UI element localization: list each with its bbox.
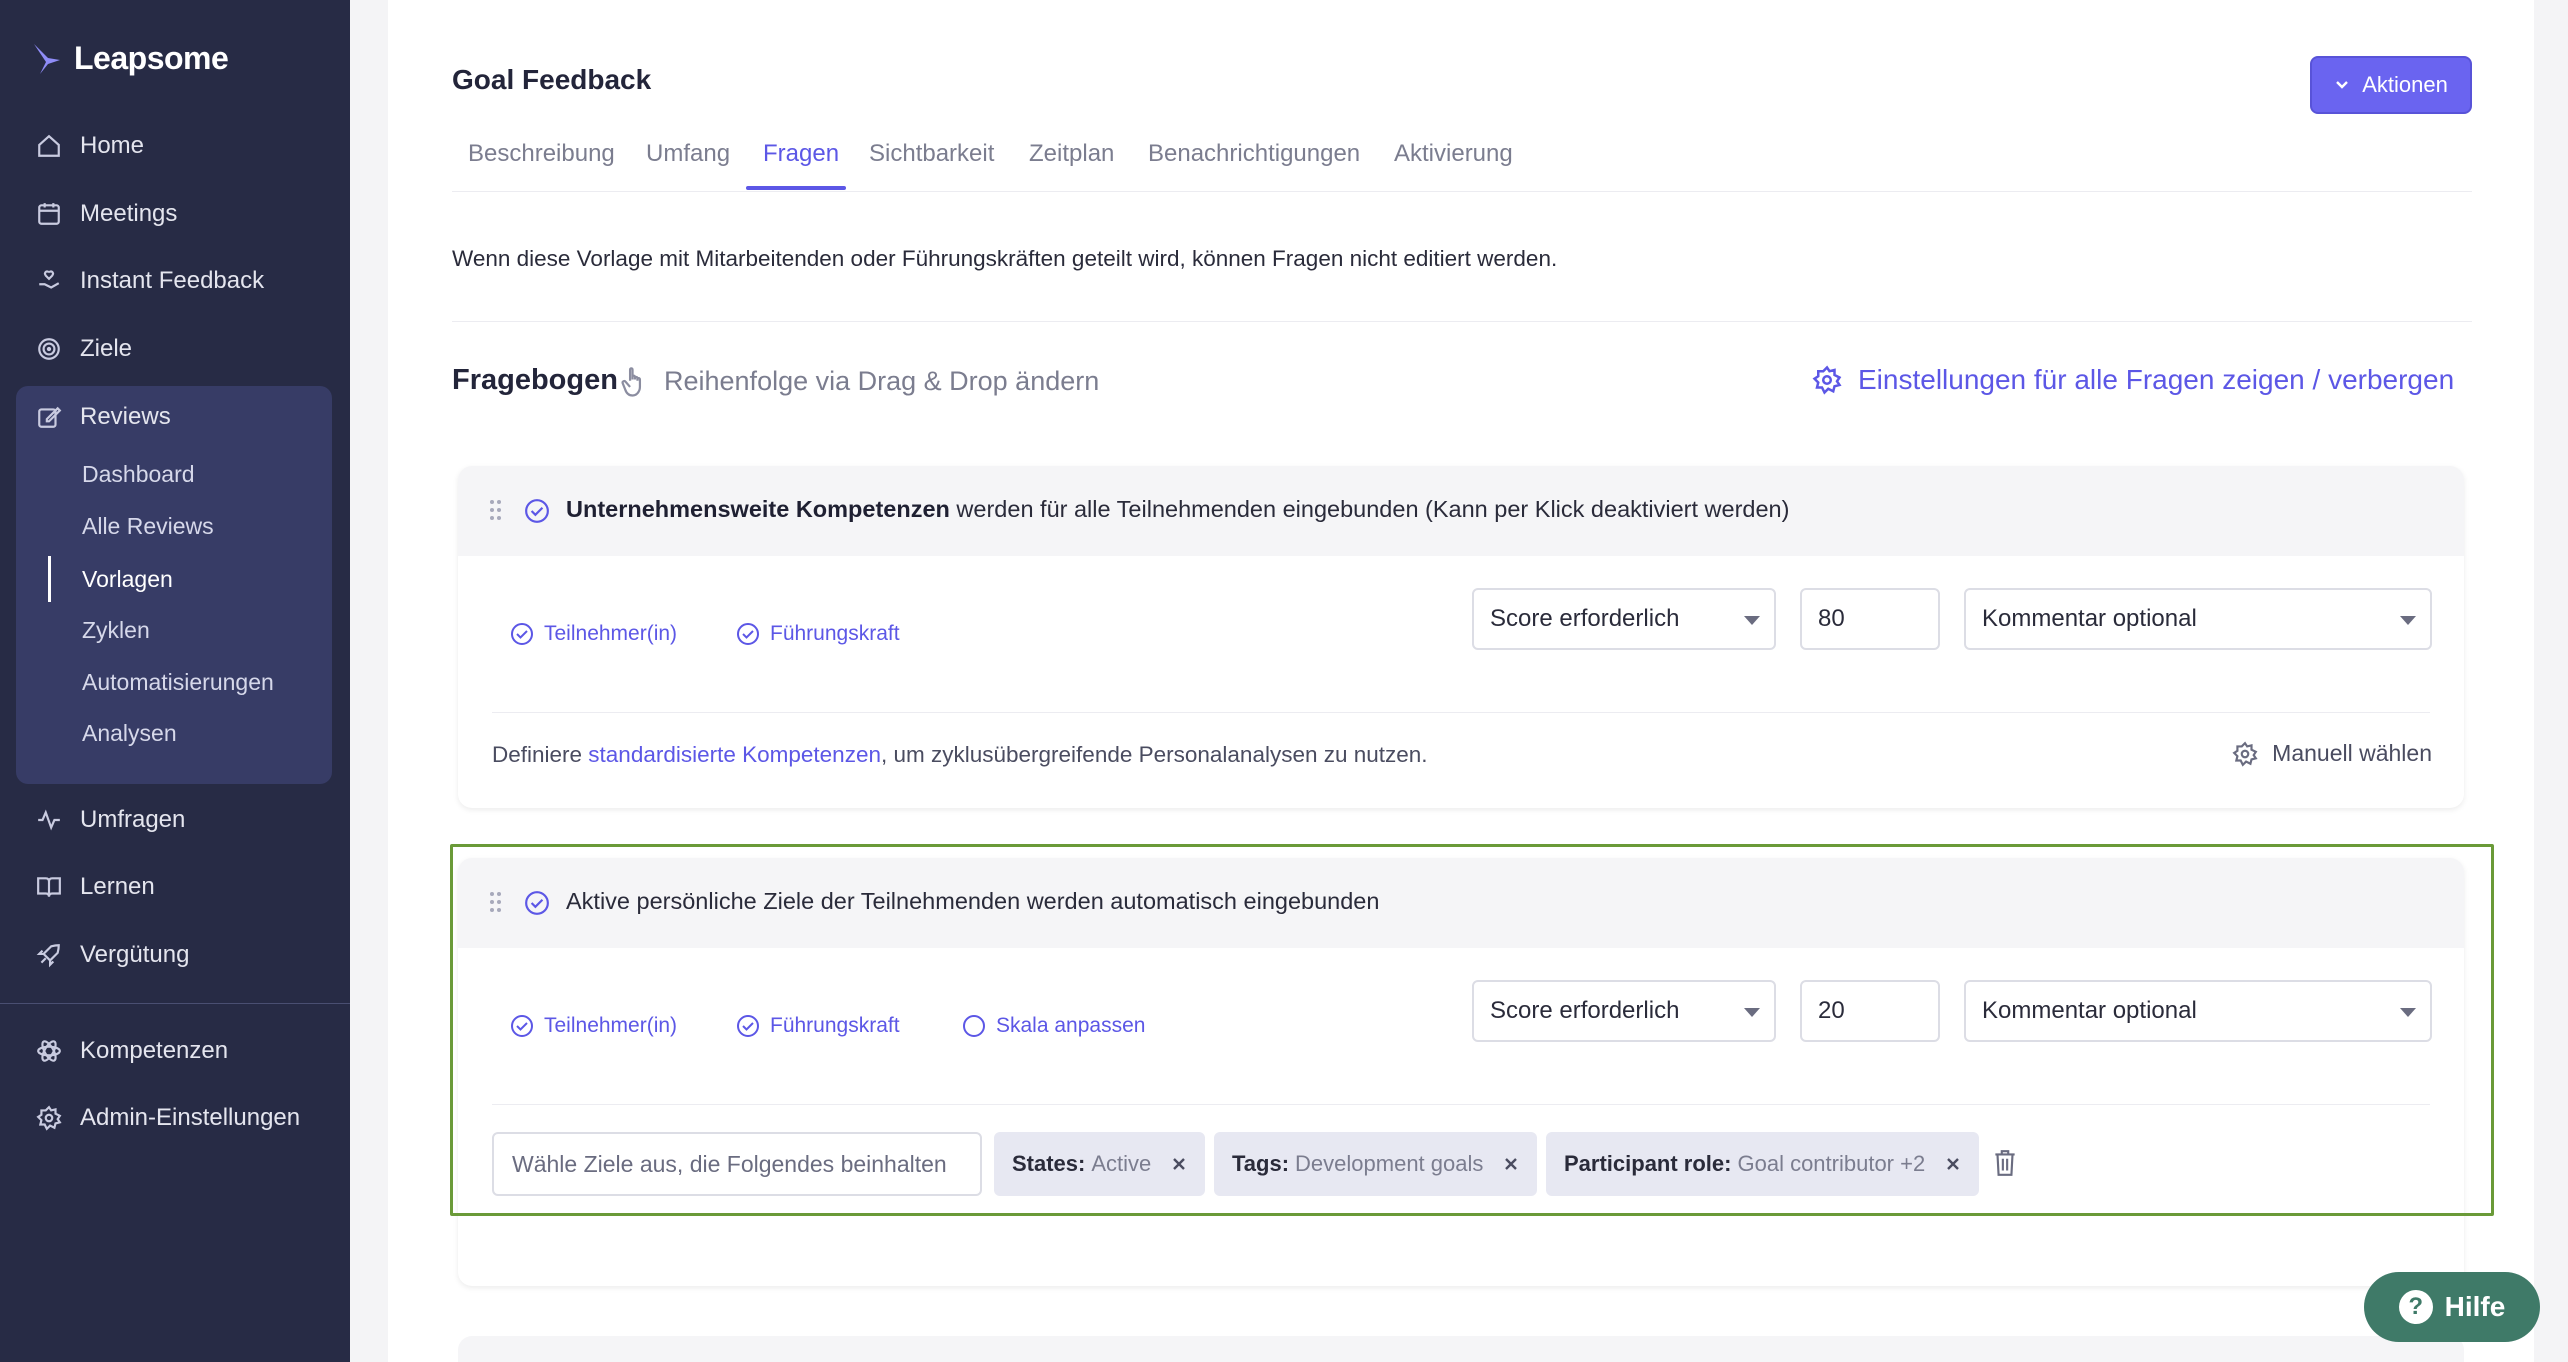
manual-select-button[interactable]: Manuell wählen (2232, 740, 2432, 767)
book-icon (37, 877, 61, 897)
chip-participant-label: Teilnehmer(in) (544, 622, 678, 645)
sidebar-item-label: Ziele (80, 335, 133, 362)
chevron-down-icon (2336, 81, 2349, 89)
help-button[interactable]: ? Hilfe (2364, 1272, 2540, 1342)
sidebar-item-label: Instant Feedback (80, 267, 265, 294)
aktionen-button[interactable]: Aktionen (2310, 56, 2472, 114)
sidebar-item-meetings[interactable]: Meetings (36, 194, 177, 234)
sidebar-item-label: Home (80, 132, 145, 159)
check-circle-icon[interactable] (524, 498, 550, 524)
check-circle-icon (511, 623, 533, 645)
tab-umfang[interactable]: Umfang (646, 140, 730, 192)
weight-input[interactable]: 80 (1800, 588, 1940, 650)
app-logo[interactable]: Leapsome (32, 40, 229, 77)
standard-competencies-link[interactable]: standardisierte Kompetenzen (588, 742, 881, 767)
sidebar-divider (0, 1003, 350, 1004)
sidebar-item-admin-einstellungen[interactable]: Admin-Einstellungen (36, 1098, 300, 1138)
gear-icon (1812, 365, 1842, 395)
calendar-icon (38, 203, 60, 225)
gear-icon (36, 1105, 62, 1131)
sidebar-item-label: Reviews (80, 403, 171, 430)
section-divider (452, 321, 2472, 322)
caret-down-icon (1744, 616, 1760, 625)
chip-manager-label: Führungskraft (770, 622, 900, 645)
sidebar-item-label: Admin-Einstellungen (80, 1104, 301, 1131)
sidebar-sub-automatisierungen[interactable]: Automatisierungen (82, 664, 274, 700)
competency-hint: Definiere standardisierte Kompetenzen, u… (492, 742, 1428, 767)
sidebar-item-instant-feedback[interactable]: Instant Feedback (36, 261, 264, 301)
caret-down-icon (2400, 616, 2416, 625)
page-title: Goal Feedback (452, 64, 652, 95)
card-divider (492, 712, 2430, 713)
gear-icon (2232, 740, 2258, 767)
sidebar-item-umfragen[interactable]: Umfragen (36, 800, 185, 840)
sidebar-item-kompetenzen[interactable]: Kompetenzen (36, 1031, 228, 1071)
target-icon (38, 338, 60, 360)
sidebar-item-home[interactable]: Home (36, 126, 144, 166)
sidebar-item-label: Meetings (80, 200, 178, 227)
home-icon (38, 134, 60, 157)
tab-beschreibung[interactable]: Beschreibung (468, 140, 615, 192)
tab-sichtbarkeit[interactable]: Sichtbarkeit (869, 140, 994, 192)
score-select-value: Score erforderlich (1490, 605, 1680, 632)
score-select[interactable]: Score erforderlich (1472, 588, 1776, 650)
sidebar-item-reviews[interactable]: Reviews (36, 397, 171, 437)
tab-zeitplan[interactable]: Zeitplan (1029, 140, 1114, 192)
sidebar-item-lernen[interactable]: Lernen (36, 867, 155, 907)
reorder-hint: Reihenfolge via Drag & Drop ändern (664, 366, 1100, 396)
sidebar-item-label: Lernen (80, 873, 155, 900)
chip-manager[interactable]: Führungskraft (736, 622, 900, 646)
sidebar-item-verguetung[interactable]: Vergütung (36, 935, 189, 975)
drag-handle-icon[interactable] (490, 500, 502, 522)
pulse-icon (38, 809, 60, 831)
sidebar-sub-vorlagen[interactable]: Vorlagen (82, 561, 173, 597)
sidebar-sub-alle-reviews[interactable]: Alle Reviews (82, 508, 214, 544)
comment-select[interactable]: Kommentar optional (1964, 588, 2432, 650)
question-card-competencies: Unternehmensweite Kompetenzen werden für… (458, 466, 2464, 808)
sidebar-item-ziele[interactable]: Ziele (36, 329, 132, 369)
toggle-all-settings-label: Einstellungen für alle Fragen zeigen / v… (1858, 364, 2455, 395)
comment-select-value: Kommentar optional (1982, 605, 2197, 632)
sidebar-item-label: Vergütung (80, 941, 190, 968)
sidebar-item-label: Kompetenzen (80, 1037, 229, 1064)
sidebar-sub-analysen[interactable]: Analysen (82, 715, 177, 751)
tab-fragen[interactable]: Fragen (763, 140, 839, 192)
question-card-title: Unternehmensweite Kompetenzen werden für… (566, 496, 1790, 522)
edit-icon (38, 406, 62, 428)
help-label: Hilfe (2444, 1291, 2506, 1322)
check-circle-icon (737, 623, 759, 645)
selection-highlight (450, 844, 2494, 1216)
tab-aktivierung[interactable]: Aktivierung (1394, 140, 1513, 192)
logo-text: Leapsome (74, 40, 229, 76)
help-icon: ? (2398, 1290, 2433, 1324)
chip-participant[interactable]: Teilnehmer(in) (510, 622, 677, 646)
rocket-icon (36, 944, 60, 968)
active-indicator (48, 556, 51, 602)
hand-heart-icon (39, 270, 60, 289)
sidebar-sub-dashboard[interactable]: Dashboard (82, 456, 195, 492)
sidebar-sub-zyklen[interactable]: Zyklen (82, 612, 150, 648)
sidebar: Leapsome Home Meetings Instant Feedback … (0, 0, 350, 1362)
atom-icon (37, 1040, 61, 1062)
sidebar-item-label: Umfragen (80, 806, 186, 833)
toggle-all-settings-link[interactable]: Einstellungen für alle Fragen zeigen / v… (1812, 364, 2454, 396)
active-tab-indicator (746, 186, 846, 190)
manual-select-label: Manuell wählen (2272, 740, 2432, 766)
question-card-next (458, 1336, 2464, 1362)
edit-notice: Wenn diese Vorlage mit Mitarbeitenden od… (452, 246, 1558, 271)
leapsome-logo-icon (34, 43, 60, 74)
questionnaire-title: Fragebogen (452, 364, 618, 396)
tab-benachrichtigungen[interactable]: Benachrichtigungen (1148, 140, 1360, 192)
aktionen-label: Aktionen (2362, 72, 2448, 97)
hand-pointer-icon (621, 367, 642, 397)
